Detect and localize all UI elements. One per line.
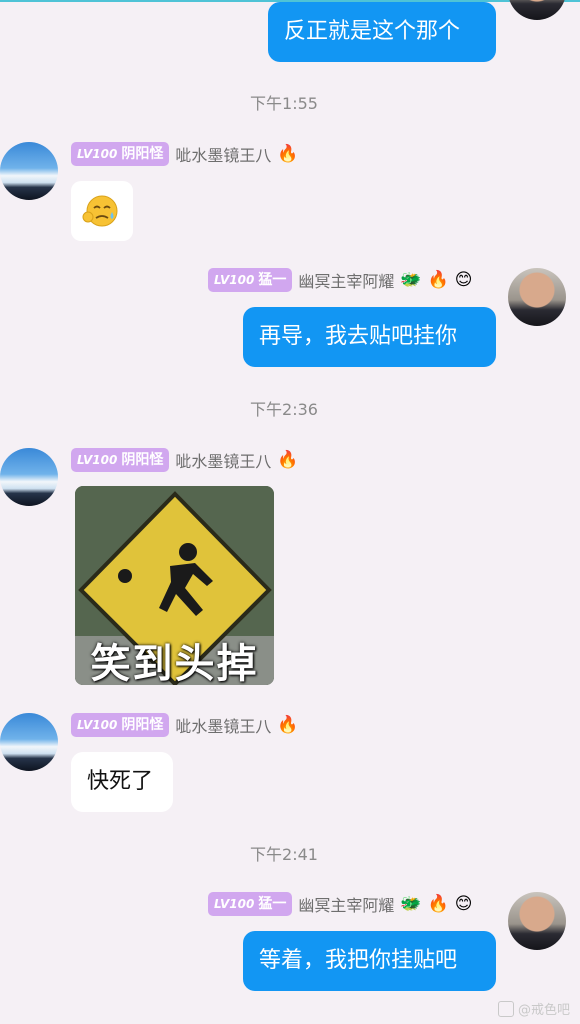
sender-info: LV100 猛一 幽冥主宰阿耀 🐲 🔥 😊 (208, 268, 472, 292)
level-badge: LV100 猛一 (208, 892, 293, 916)
timestamp: 下午2:36 (250, 400, 318, 419)
level-badge: LV100 阴阳怪 (71, 142, 170, 166)
my-avatar[interactable] (508, 892, 566, 950)
timestamp: 下午2:41 (250, 845, 318, 864)
fire-icon: 🔥 (277, 450, 299, 470)
sender-info: LV100 阴阳怪 呲水墨镜王八 🔥 (71, 448, 299, 472)
sender-info: LV100 猛一 幽冥主宰阿耀 🐲 🔥 😊 (208, 892, 472, 916)
fire-icon: 🔥 (277, 144, 299, 164)
incoming-message[interactable]: 快死了 (71, 752, 173, 812)
sender-info: LV100 阴阳怪 呲水墨镜王八 🔥 (71, 142, 299, 166)
smile-icon: 😊 (454, 894, 473, 914)
other-avatar[interactable] (0, 448, 58, 506)
sender-nick[interactable]: 幽冥主宰阿耀 (298, 268, 394, 292)
image-message[interactable]: 笑到头掉 (75, 486, 274, 685)
sender-nick[interactable]: 呲水墨镜王八 (175, 448, 271, 472)
sender-nick[interactable]: 呲水墨镜王八 (175, 142, 271, 166)
other-avatar[interactable] (0, 142, 58, 200)
sweat-face-icon (82, 195, 118, 227)
sticker-message[interactable] (71, 181, 133, 241)
fire-icon: 🔥 (427, 270, 449, 290)
dragon-icon: 🐲 (400, 894, 422, 914)
sign-caption: 笑到头掉 (90, 641, 259, 685)
level-badge: LV100 阴阳怪 (71, 448, 170, 472)
watermark-text: @戒色吧 (517, 1003, 570, 1018)
outgoing-message[interactable]: 等着，我把你挂贴吧 (243, 931, 496, 991)
timestamp: 下午1:55 (250, 94, 318, 113)
sender-nick[interactable]: 幽冥主宰阿耀 (298, 892, 394, 916)
fire-icon: 🔥 (427, 894, 449, 914)
my-avatar[interactable] (508, 0, 566, 20)
watermark-icon (497, 1000, 514, 1017)
sender-info: LV100 阴阳怪 呲水墨镜王八 🔥 (71, 713, 299, 737)
fire-icon: 🔥 (277, 715, 299, 735)
smile-icon: 😊 (454, 270, 473, 290)
level-badge: LV100 猛一 (208, 268, 293, 292)
sender-nick[interactable]: 呲水墨镜王八 (175, 713, 271, 737)
my-avatar[interactable] (508, 268, 566, 326)
level-badge: LV100 阴阳怪 (71, 713, 170, 737)
dragon-icon: 🐲 (400, 270, 422, 290)
outgoing-message[interactable]: 反正就是这个那个 (268, 2, 496, 62)
watermark: @戒色吧 (497, 999, 570, 1018)
other-avatar[interactable] (0, 713, 58, 771)
outgoing-message[interactable]: 再导，我去贴吧挂你 (243, 307, 496, 367)
